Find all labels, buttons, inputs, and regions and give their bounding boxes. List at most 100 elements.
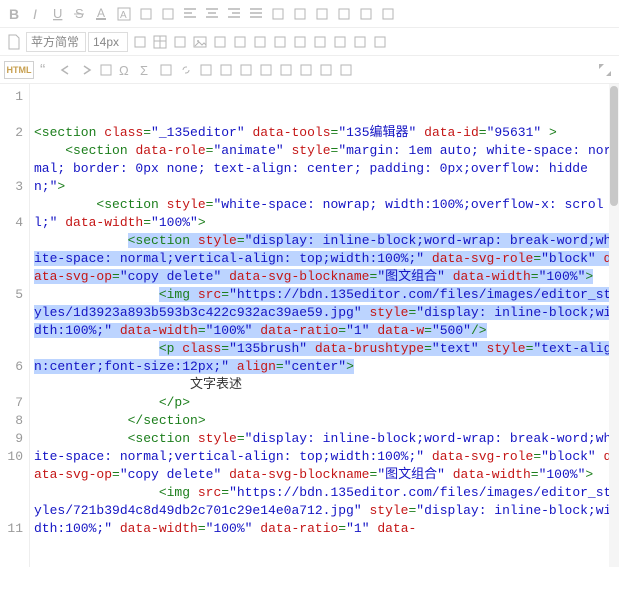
code-line[interactable]: <section data-role="animate" style="marg… bbox=[34, 142, 613, 196]
para-before-icon[interactable] bbox=[334, 3, 354, 25]
expand-icon[interactable] bbox=[336, 59, 356, 81]
code-area[interactable]: <section class="_135editor" data-tools="… bbox=[30, 84, 619, 567]
code-line[interactable]: </section> bbox=[34, 412, 613, 430]
code-token: /> bbox=[471, 323, 487, 338]
code-line[interactable]: <p class="135brush" data-brushtype="text… bbox=[34, 340, 613, 376]
indent-right-icon[interactable] bbox=[290, 3, 310, 25]
divider-icon[interactable] bbox=[230, 31, 250, 53]
code-token: <img bbox=[159, 485, 198, 500]
video-icon[interactable] bbox=[210, 31, 230, 53]
code-token: "图文组合" bbox=[377, 467, 445, 482]
paste-word-icon[interactable] bbox=[256, 59, 276, 81]
code-token: > bbox=[57, 179, 65, 194]
code-block-icon[interactable] bbox=[170, 31, 190, 53]
code-token: style bbox=[292, 143, 331, 158]
code-token: = bbox=[198, 521, 206, 536]
new-doc-icon[interactable] bbox=[4, 31, 24, 53]
vertical-scrollbar[interactable] bbox=[609, 84, 619, 567]
font-case-icon[interactable] bbox=[130, 31, 150, 53]
align-left-icon[interactable] bbox=[180, 3, 200, 25]
code-line[interactable]: </p> bbox=[34, 394, 613, 412]
indent-left-icon[interactable] bbox=[268, 3, 288, 25]
eyedropper-icon[interactable] bbox=[330, 31, 350, 53]
code-token: data-svg-blockname bbox=[229, 269, 369, 284]
select-all-icon[interactable] bbox=[316, 59, 336, 81]
align-right-icon[interactable] bbox=[224, 3, 244, 25]
link-icon[interactable] bbox=[176, 59, 196, 81]
code-token bbox=[445, 467, 453, 482]
code-line[interactable]: 文字表述 bbox=[34, 376, 613, 394]
omega-icon[interactable]: Ω bbox=[116, 59, 136, 81]
code-token: = bbox=[479, 125, 487, 140]
emoji-icon[interactable] bbox=[350, 31, 370, 53]
sigma-icon[interactable]: Σ bbox=[136, 59, 156, 81]
code-token: "100%" bbox=[539, 269, 586, 284]
code-token: "copy delete" bbox=[120, 467, 221, 482]
undo-icon[interactable] bbox=[56, 59, 76, 81]
svg-text:U: U bbox=[53, 6, 62, 21]
code-line[interactable]: <section style="display: inline-block;wo… bbox=[34, 232, 613, 286]
line-number: 9 bbox=[0, 430, 23, 448]
copy-icon[interactable] bbox=[276, 59, 296, 81]
code-token: <section bbox=[34, 125, 104, 140]
paste-icon[interactable] bbox=[236, 59, 256, 81]
clear-format-icon[interactable] bbox=[158, 3, 178, 25]
more-menu-icon[interactable] bbox=[378, 3, 398, 25]
code-token: data-brushtype bbox=[315, 341, 424, 356]
code-token: src bbox=[198, 485, 221, 500]
code-line[interactable]: <img src="https://bdn.135editor.com/file… bbox=[34, 286, 613, 340]
line-height-icon[interactable] bbox=[312, 3, 332, 25]
film-icon[interactable] bbox=[290, 31, 310, 53]
code-token: "text" bbox=[432, 341, 479, 356]
code-token bbox=[416, 125, 424, 140]
code-token: style bbox=[487, 341, 526, 356]
font-family-select[interactable] bbox=[26, 32, 86, 52]
color-picker-icon[interactable] bbox=[310, 31, 330, 53]
align-justify-icon[interactable] bbox=[246, 3, 266, 25]
code-line[interactable]: <section style="display: inline-block;wo… bbox=[34, 430, 613, 484]
italic-icon[interactable]: I bbox=[26, 3, 46, 25]
audio-icon[interactable] bbox=[250, 31, 270, 53]
svg-text:Σ: Σ bbox=[140, 63, 148, 78]
code-token: "_135editor" bbox=[151, 125, 245, 140]
bold-icon[interactable]: B bbox=[4, 3, 24, 25]
bg-color-icon[interactable]: A bbox=[114, 3, 134, 25]
html-source-button[interactable]: HTML bbox=[4, 61, 34, 79]
anchor-icon[interactable] bbox=[216, 59, 236, 81]
code-line[interactable]: <img src="https://bdn.135editor.com/file… bbox=[34, 484, 613, 538]
media-icon[interactable] bbox=[270, 31, 290, 53]
code-token bbox=[424, 449, 432, 464]
find-icon[interactable] bbox=[96, 59, 116, 81]
cut-icon[interactable] bbox=[296, 59, 316, 81]
code-token: = bbox=[338, 323, 346, 338]
code-token: data-svg-role bbox=[432, 251, 533, 266]
table-icon[interactable] bbox=[150, 31, 170, 53]
expand-icon[interactable] bbox=[595, 59, 615, 81]
scrollbar-thumb[interactable] bbox=[610, 86, 618, 206]
align-center-icon[interactable] bbox=[202, 3, 222, 25]
svg-text:Ω: Ω bbox=[119, 63, 129, 78]
code-token: = bbox=[112, 467, 120, 482]
code-token: = bbox=[338, 521, 346, 536]
expand-icon[interactable] bbox=[370, 31, 390, 53]
code-token: data-width bbox=[453, 467, 531, 482]
unlink-icon[interactable] bbox=[196, 59, 216, 81]
format-brush-icon[interactable] bbox=[136, 3, 156, 25]
code-line[interactable]: <section style="white-space: nowrap; wid… bbox=[34, 196, 613, 232]
code-token: "animate" bbox=[213, 143, 283, 158]
quote-icon[interactable]: “ bbox=[36, 59, 56, 81]
image-icon[interactable] bbox=[190, 31, 210, 53]
underline-icon[interactable]: U bbox=[48, 3, 68, 25]
font-color-icon[interactable]: A bbox=[92, 3, 112, 25]
para-after-icon[interactable] bbox=[356, 3, 376, 25]
code-line[interactable]: <section class="_135editor" data-tools="… bbox=[34, 124, 613, 142]
strike-icon[interactable]: S bbox=[70, 3, 90, 25]
redo-icon[interactable] bbox=[76, 59, 96, 81]
code-token: data-width bbox=[65, 215, 143, 230]
line-number: 8 bbox=[0, 412, 23, 430]
code-token: class bbox=[104, 125, 143, 140]
font-size-select[interactable] bbox=[88, 32, 128, 52]
code-token: = bbox=[237, 431, 245, 446]
hr-icon[interactable] bbox=[156, 59, 176, 81]
code-token: style bbox=[369, 305, 408, 320]
